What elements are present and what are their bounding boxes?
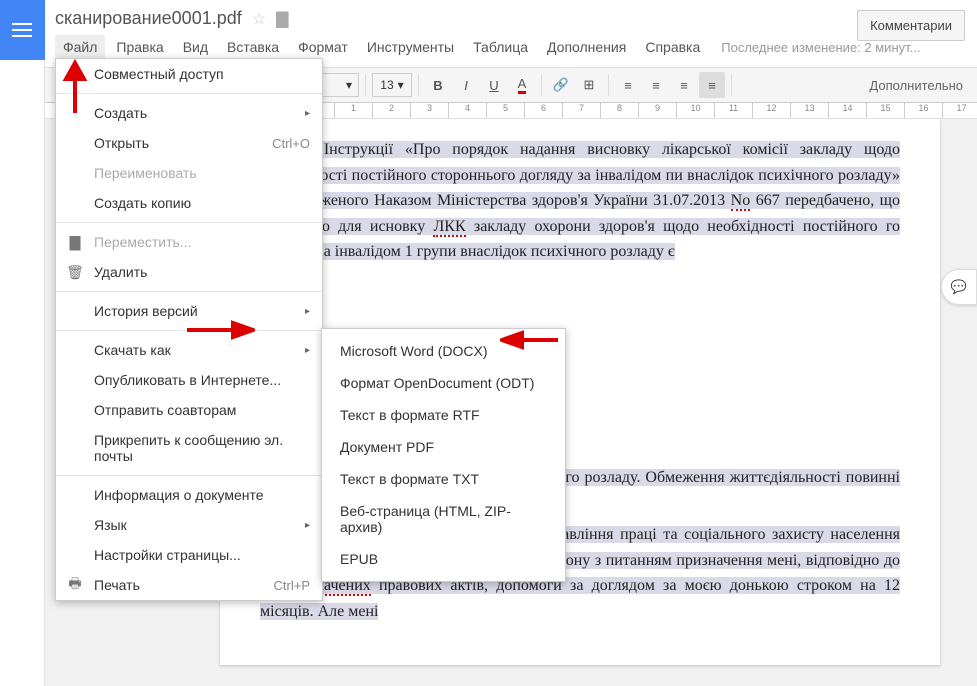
menu-tools[interactable]: Инструменты — [359, 35, 462, 59]
align-justify-button[interactable]: ≡ — [699, 72, 725, 98]
align-center-button[interactable]: ≡ — [643, 72, 669, 98]
download-odt[interactable]: Формат OpenDocument (ODT) — [322, 367, 565, 399]
menu-delete[interactable]: 🗑Удалить — [56, 257, 322, 287]
comment-button[interactable]: ⊞ — [576, 72, 602, 98]
font-size-dropdown[interactable]: 13▾ — [372, 73, 412, 97]
menu-page-setup[interactable]: Настройки страницы... — [56, 540, 322, 570]
menu-print[interactable]: 🖶ПечатьCtrl+P — [56, 570, 322, 600]
menu-help[interactable]: Справка — [637, 35, 708, 59]
download-pdf[interactable]: Документ PDF — [322, 431, 565, 463]
folder-icon: ▇ — [66, 234, 84, 251]
menu-send-collab[interactable]: Отправить соавторам — [56, 395, 322, 425]
menu-new[interactable]: Создать▸ — [56, 98, 322, 128]
last-edit-label: Последнее изменение: 2 минут... — [721, 40, 920, 55]
menu-attach-email[interactable]: Прикрепить к сообщению эл. почты — [56, 425, 322, 471]
bold-button[interactable]: B — [425, 72, 451, 98]
menu-publish[interactable]: Опубликовать в Интернете... — [56, 365, 322, 395]
annotation-arrow-download — [185, 320, 255, 340]
download-txt[interactable]: Текст в формате TXT — [322, 463, 565, 495]
text-color-button[interactable]: A — [509, 72, 535, 98]
print-icon: 🖶 — [66, 573, 84, 597]
comments-button[interactable]: Комментарии — [857, 10, 965, 41]
download-as-submenu: Microsoft Word (DOCX) Формат OpenDocumen… — [321, 328, 566, 582]
align-left-button[interactable]: ≡ — [615, 72, 641, 98]
toolbar-more[interactable]: Дополнительно — [863, 78, 969, 93]
title-bar: сканирование0001.pdf ☆ ▇ — [45, 0, 977, 31]
menu-make-copy[interactable]: Создать копию — [56, 188, 322, 218]
align-right-button[interactable]: ≡ — [671, 72, 697, 98]
menu-move: ▇Переместить... — [56, 227, 322, 257]
underline-button[interactable]: U — [481, 72, 507, 98]
menu-doc-info[interactable]: Информация о документе — [56, 480, 322, 510]
menu-open[interactable]: ОткрытьCtrl+O — [56, 128, 322, 158]
annotation-arrow-docx — [500, 330, 560, 350]
trash-icon: 🗑 — [66, 264, 84, 281]
menu-format[interactable]: Формат — [290, 35, 356, 59]
annotation-arrow-file — [60, 55, 90, 115]
menu-addons[interactable]: Дополнения — [539, 35, 634, 59]
doc-text[interactable]: No — [731, 192, 751, 211]
download-epub[interactable]: EPUB — [322, 543, 565, 575]
menu-insert[interactable]: Вставка — [219, 35, 287, 59]
explore-fab[interactable]: 💬 — [941, 269, 977, 305]
docs-logo[interactable] — [0, 0, 45, 60]
download-rtf[interactable]: Текст в формате RTF — [322, 399, 565, 431]
left-rail — [0, 0, 45, 686]
menu-table[interactable]: Таблица — [465, 35, 536, 59]
link-button[interactable]: 🔗 — [548, 72, 574, 98]
menu-view[interactable]: Вид — [175, 35, 216, 59]
star-icon[interactable]: ☆ — [252, 9, 266, 29]
folder-icon[interactable]: ▇ — [276, 9, 288, 29]
menu-language[interactable]: Язык▸ — [56, 510, 322, 540]
menu-edit[interactable]: Правка — [108, 35, 171, 59]
document-title[interactable]: сканирование0001.pdf — [55, 8, 242, 29]
download-html[interactable]: Веб-страница (HTML, ZIP-архив) — [322, 495, 565, 543]
doc-text[interactable]: ЛКК — [433, 218, 465, 237]
italic-button[interactable]: I — [453, 72, 479, 98]
menu-share[interactable]: Совместный доступ — [56, 59, 322, 89]
menu-rename: Переименовать — [56, 158, 322, 188]
